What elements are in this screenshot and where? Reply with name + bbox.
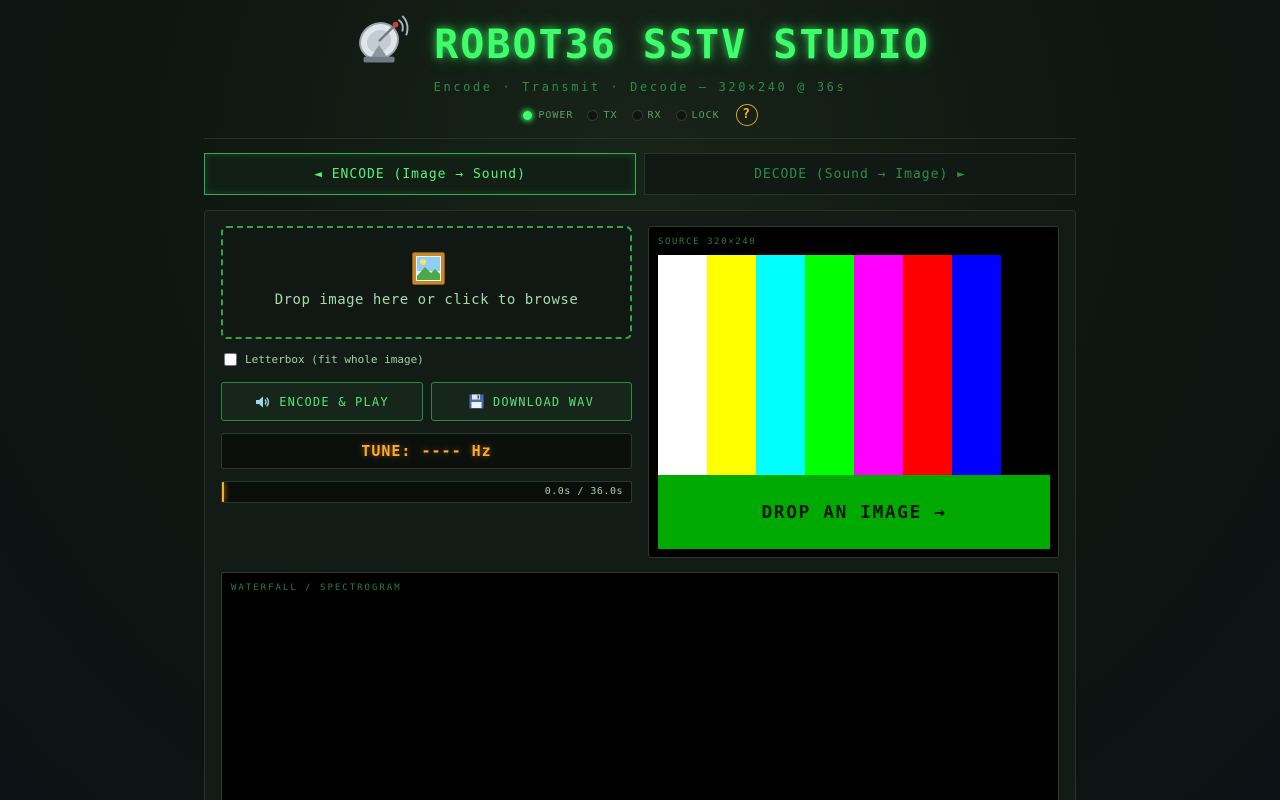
floppy-disk-icon (468, 394, 484, 409)
led-label: LOCK (691, 109, 720, 121)
app-title: ROBOT36 SSTV STUDIO (434, 22, 930, 68)
letterbox-option[interactable]: Letterbox (fit whole image) (224, 353, 424, 366)
source-label: SOURCE 320×240 (658, 237, 757, 247)
status-leds: POWER TX RX LOCK ? (0, 104, 1280, 126)
power-led-icon (522, 109, 534, 121)
tab-decode[interactable]: DECODE (Sound → Image) ► (644, 153, 1076, 195)
encode-play-button[interactable]: ENCODE & PLAY (221, 382, 423, 421)
header-divider (204, 138, 1076, 139)
color-bar (952, 255, 1001, 475)
app-subtitle: Encode · Transmit · Decode — 320×240 @ 3… (433, 80, 847, 94)
letterbox-checkbox[interactable] (224, 353, 237, 366)
waterfall-label: WATERFALL / SPECTROGRAM (231, 583, 402, 593)
color-bars (658, 255, 1001, 475)
satellite-dish-icon (359, 15, 409, 63)
download-wav-button[interactable]: DOWNLOAD WAV (431, 382, 632, 421)
drop-image-banner[interactable]: DROP AN IMAGE → (658, 475, 1050, 549)
download-wav-label: DOWNLOAD WAV (492, 394, 595, 409)
waterfall-spectrogram: WATERFALL / SPECTROGRAM (221, 572, 1059, 800)
led-power: POWER (522, 109, 574, 121)
help-button[interactable]: ? (735, 104, 758, 126)
led-label: RX (647, 109, 662, 121)
progress-time: 0.0s / 36.0s (544, 486, 623, 497)
color-bar (903, 255, 952, 475)
color-bar (658, 255, 707, 475)
encode-play-label: ENCODE & PLAY (279, 394, 389, 409)
progress-fill (222, 482, 224, 502)
led-lock: LOCK (675, 109, 720, 121)
rx-led-icon (631, 109, 643, 121)
led-label: TX (603, 109, 618, 121)
color-bar (707, 255, 756, 475)
source-preview: SOURCE 320×240 DROP AN IMAGE → (648, 226, 1059, 558)
tune-readout: TUNE: ---- Hz (221, 433, 632, 469)
title-row: ROBOT36 SSTV STUDIO (0, 14, 1280, 76)
letterbox-label: Letterbox (fit whole image) (245, 353, 424, 366)
speaker-icon (256, 396, 270, 407)
transmit-progress-bar: 0.0s / 36.0s (221, 481, 632, 503)
framed-picture-icon (412, 252, 445, 285)
led-tx: TX (587, 109, 618, 121)
dropzone-text: Drop image here or click to browse (274, 292, 579, 308)
tab-encode[interactable]: ◄ ENCODE (Image → Sound) (204, 153, 636, 195)
tx-led-icon (587, 109, 599, 121)
color-bar (805, 255, 854, 475)
image-dropzone[interactable]: Drop image here or click to browse (221, 226, 632, 339)
color-bar (854, 255, 903, 475)
led-rx: RX (631, 109, 662, 121)
app-header: ROBOT36 SSTV STUDIO Encode · Transmit · … (0, 0, 1280, 140)
led-label: POWER (538, 109, 574, 121)
color-bar (756, 255, 805, 475)
lock-led-icon (675, 109, 687, 121)
